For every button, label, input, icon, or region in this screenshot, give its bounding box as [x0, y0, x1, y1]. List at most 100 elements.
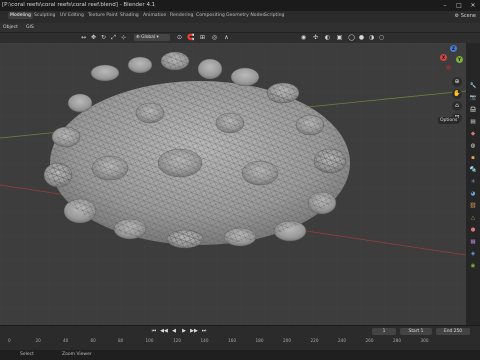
- output-icon[interactable]: 🖨: [469, 107, 477, 114]
- frame-tick: 0: [8, 338, 11, 343]
- play-reverse-icon[interactable]: ◀: [170, 328, 178, 335]
- jump-end-icon[interactable]: ⏭: [200, 328, 208, 335]
- shading-solid-icon[interactable]: ●: [358, 34, 365, 41]
- shading-material-icon[interactable]: ◑: [368, 34, 375, 41]
- play-icon[interactable]: ▶: [180, 328, 188, 335]
- proportional-edit-icon[interactable]: ◎: [211, 34, 218, 41]
- texture-icon[interactable]: ▦: [469, 239, 477, 246]
- viewport-header: Object GIS: [0, 23, 480, 33]
- gizmo-z-icon[interactable]: Z: [450, 45, 457, 52]
- world-icon[interactable]: ◍: [469, 143, 477, 150]
- end-label: End: [443, 329, 453, 334]
- status-zoom: Zoom Viewer: [62, 352, 92, 357]
- scene-label: Scene: [460, 13, 476, 19]
- render-icon[interactable]: 📷: [469, 95, 477, 102]
- physics-icon[interactable]: ◕: [469, 191, 477, 198]
- camera-icon[interactable]: ⌂: [452, 101, 462, 111]
- modifier-icon[interactable]: 🔩: [469, 167, 477, 174]
- frame-tick: 100: [145, 338, 154, 343]
- frame-tick: 40: [63, 338, 69, 343]
- status-bar: Select Zoom Viewer: [0, 350, 480, 360]
- frame-tick: 180: [255, 338, 264, 343]
- tab-compositing[interactable]: Compositing: [196, 13, 225, 18]
- 3d-viewport[interactable]: Z X Y ⊕ ✋ ⌂ ⊞ Options: [0, 43, 466, 325]
- frame-tick: 140: [200, 338, 209, 343]
- tab-scripting[interactable]: Scripting: [264, 13, 284, 18]
- gizmo-x-icon[interactable]: X: [440, 54, 447, 61]
- window-title: [P:\coral reefs\coral reefs\coral reef.b…: [2, 2, 156, 8]
- object-menu[interactable]: Object: [3, 25, 18, 30]
- end-value: 250: [453, 329, 463, 334]
- rotate-icon[interactable]: ↻: [100, 34, 107, 41]
- tab-sculpting[interactable]: Sculpting: [34, 13, 55, 18]
- object-icon[interactable]: ▪: [469, 155, 477, 162]
- xray-icon[interactable]: ▣: [336, 34, 343, 41]
- tab-geometry-nodes[interactable]: Geometry Nodes: [226, 13, 265, 18]
- frame-tick: 260: [365, 338, 374, 343]
- tab-shading[interactable]: Shading: [120, 13, 139, 18]
- start-value: 1: [420, 329, 424, 334]
- tool-icon[interactable]: 🔧: [469, 83, 477, 90]
- next-key-icon[interactable]: ▶▶: [190, 328, 198, 335]
- gis-menu[interactable]: GIS: [26, 25, 34, 30]
- extra-tab-2-icon[interactable]: ◉: [469, 263, 477, 270]
- minimize-icon[interactable]: –: [438, 0, 452, 11]
- scale-icon[interactable]: ⤢: [110, 34, 117, 41]
- gizmo-y-icon[interactable]: Y: [456, 56, 463, 63]
- tab-uv-editing[interactable]: UV Editing: [60, 13, 84, 18]
- particles-icon[interactable]: ✳: [469, 179, 477, 186]
- orientation-label: Global: [141, 35, 156, 40]
- timeline[interactable]: ⏮ ◀◀ ◀ ▶ ▶▶ ⏭ 1 Start 1 End 250 0 20 40 60 8…: [0, 325, 480, 350]
- properties-tab-strip: 🔧 📷 🖨 ▤ ◆ ◍ ▪ 🔩 ✳ ◕ ⛓ △ ● ▦ ◈ ◉: [466, 43, 480, 325]
- snap-icon[interactable]: 🧲: [187, 34, 194, 41]
- tab-animation[interactable]: Animation: [143, 13, 166, 18]
- move-icon[interactable]: ✥: [90, 34, 97, 41]
- overlays-icon[interactable]: ◐: [324, 34, 331, 41]
- frame-tick: 220: [310, 338, 319, 343]
- material-icon[interactable]: ●: [469, 227, 477, 234]
- end-frame-field[interactable]: End 250: [436, 328, 470, 335]
- extra-tab-icon[interactable]: ◈: [469, 251, 477, 258]
- view-layer-icon[interactable]: ▤: [469, 119, 477, 126]
- axes-icon[interactable]: ⊹: [120, 34, 127, 41]
- scene-icon[interactable]: ◆: [469, 131, 477, 138]
- frame-tick: 160: [228, 338, 236, 343]
- snap-target-icon[interactable]: ⊞: [199, 34, 206, 41]
- tab-rendering[interactable]: Rendering: [170, 13, 193, 18]
- frame-tick: 240: [338, 338, 346, 343]
- shading-wireframe-icon[interactable]: ◯: [348, 34, 355, 41]
- status-select: Select: [20, 352, 34, 357]
- orientation-dropdown[interactable]: ⊕ Global ▾: [134, 34, 170, 41]
- pan-hand-icon[interactable]: ✋: [452, 89, 462, 99]
- options-dropdown[interactable]: Options: [438, 117, 460, 124]
- frame-tick: 20: [35, 338, 41, 343]
- pivot-icon[interactable]: ⊙: [176, 34, 183, 41]
- workspace-tabs: Modeling Sculpting UV Editing Texture Pa…: [0, 11, 480, 23]
- current-frame-field[interactable]: 1: [372, 328, 396, 335]
- zoom-icon[interactable]: ⊕: [452, 77, 462, 87]
- start-label: Start: [408, 329, 420, 334]
- tab-modeling[interactable]: Modeling: [8, 12, 33, 19]
- view-object-types-icon[interactable]: ◉: [300, 34, 307, 41]
- frame-tick: 280: [393, 338, 401, 343]
- data-icon[interactable]: △: [469, 215, 477, 222]
- shading-rendered-icon[interactable]: ○: [378, 34, 385, 41]
- viewport-canvas: [0, 43, 466, 325]
- start-frame-field[interactable]: Start 1: [400, 328, 432, 335]
- prev-key-icon[interactable]: ◀◀: [160, 328, 168, 335]
- gizmo-toggle-icon[interactable]: ✣: [312, 34, 319, 41]
- frame-tick: 300: [420, 338, 429, 343]
- jump-start-icon[interactable]: ⏮: [150, 328, 158, 335]
- constraints-icon[interactable]: ⛓: [469, 203, 477, 210]
- title-bar: [P:\coral reefs\coral reefs\coral reef.b…: [0, 0, 480, 11]
- frame-tick: 80: [118, 338, 124, 343]
- maximize-icon[interactable]: □: [452, 0, 466, 11]
- frame-tick: 60: [90, 338, 96, 343]
- transform-pivot-icon[interactable]: ↔: [80, 34, 87, 41]
- falloff-icon[interactable]: ∧: [223, 34, 230, 41]
- frame-tick: 120: [173, 338, 181, 343]
- close-icon[interactable]: ✕: [466, 0, 480, 11]
- gizmo-neg-x-icon[interactable]: [446, 65, 451, 70]
- tab-texture-paint[interactable]: Texture Paint: [88, 13, 118, 18]
- scene-selector[interactable]: ⚙ Scene: [455, 13, 476, 19]
